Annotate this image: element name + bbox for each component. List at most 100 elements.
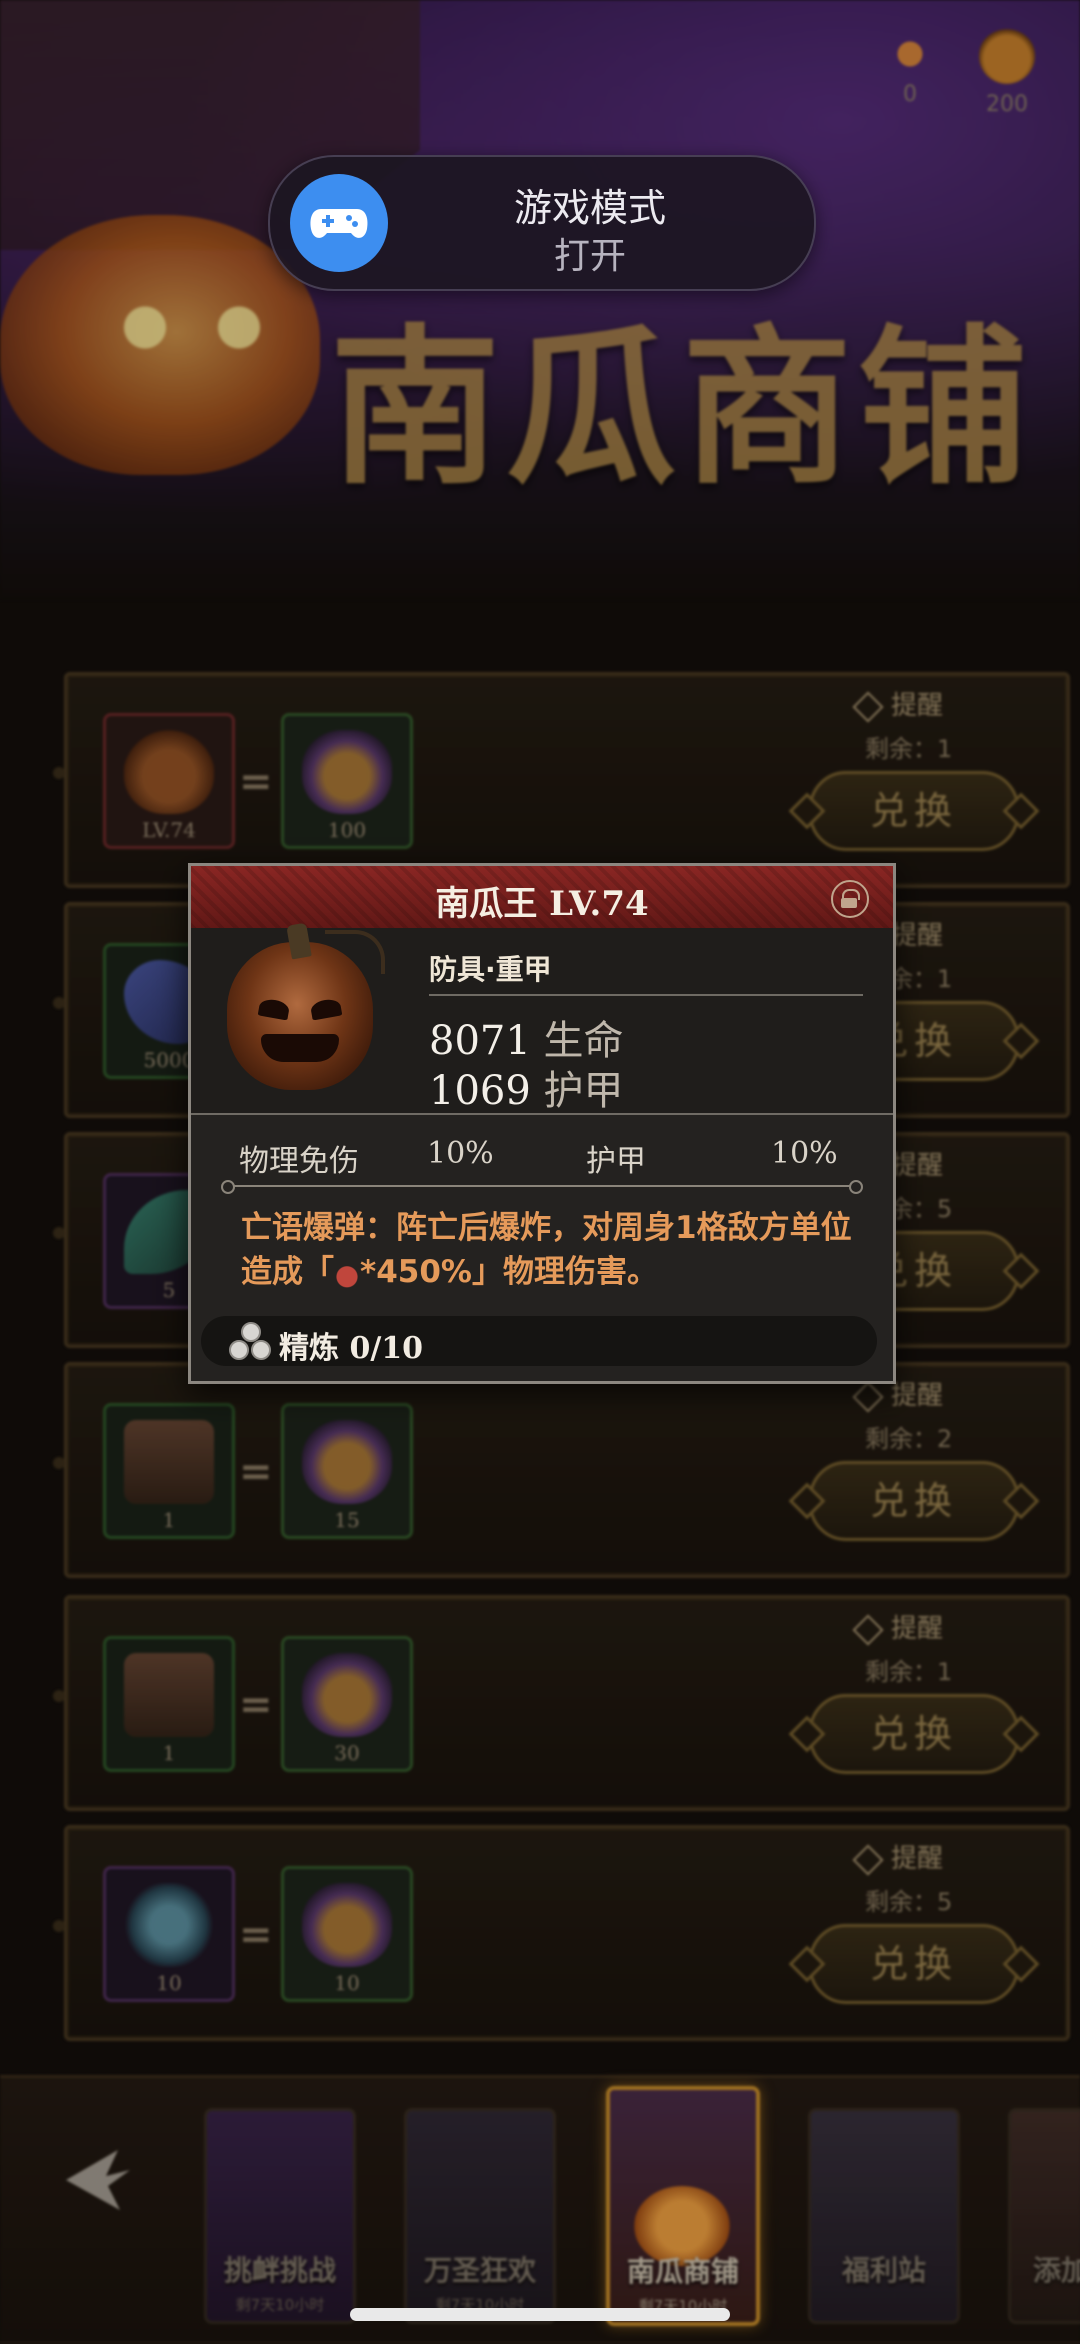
skill-description: 亡语爆弹：阵亡后爆炸，对周身1格敌方单位造成「 *450%」物理伤害。 bbox=[241, 1206, 861, 1294]
exchange-row: 1 = 15 提醒 剩余：2 兑换 bbox=[53, 1362, 1070, 1578]
back-arrow-icon bbox=[66, 2150, 130, 2210]
tab-label: 南瓜商铺 bbox=[626, 2255, 739, 2288]
reward-slot[interactable]: 1 bbox=[103, 1403, 235, 1539]
item-detail-popup: 南瓜王 LV.74 防具·重甲 8071 生命 1069 护甲 物理免伤 10%… bbox=[188, 863, 896, 1384]
remind-toggle[interactable]: 提醒 bbox=[852, 1608, 944, 1646]
item-title: 南瓜王 LV.74 bbox=[435, 884, 649, 924]
checkbox-icon bbox=[852, 1843, 884, 1876]
lock-icon[interactable] bbox=[831, 880, 869, 918]
cost-slot[interactable]: 30 bbox=[281, 1636, 413, 1772]
game-mode-status: 打开 bbox=[553, 235, 626, 276]
pumpkin-coin-icon bbox=[302, 1420, 392, 1504]
redeem-button[interactable]: 兑换 bbox=[809, 1924, 1019, 2004]
item-type: 防具·重甲 bbox=[429, 953, 552, 986]
cost-qty: 10 bbox=[334, 1971, 360, 1995]
tab-halloween-carnival[interactable]: 万圣狂欢 剩7天10小时 bbox=[404, 2108, 556, 2324]
tab-label: 挑衅挑战 bbox=[223, 2254, 336, 2287]
remind-label: 提醒 bbox=[891, 921, 944, 951]
remind-toggle[interactable]: 提醒 bbox=[852, 1838, 944, 1876]
remind-label: 提醒 bbox=[891, 1614, 944, 1644]
cost-slot[interactable]: 10 bbox=[281, 1866, 413, 2002]
exchange-row: 10 = 10 提醒 剩余：5 兑换 bbox=[53, 1825, 1070, 2041]
tab-welfare[interactable]: 福利站 bbox=[808, 2108, 960, 2324]
equals-icon: = bbox=[239, 1682, 273, 1728]
game-mode-toast[interactable]: 游戏模式 打开 bbox=[268, 155, 816, 291]
tab-label: 添加 bbox=[1032, 2254, 1080, 2287]
popup-header: 南瓜王 LV.74 bbox=[191, 866, 893, 928]
jack-o-lantern-face bbox=[95, 300, 295, 410]
remain-count: 剩余：5 bbox=[865, 1888, 953, 1916]
equals-icon: = bbox=[239, 1912, 273, 1958]
attr-label: 护甲 bbox=[586, 1144, 646, 1179]
redeem-button[interactable]: 兑换 bbox=[809, 1461, 1019, 1541]
remind-label: 提醒 bbox=[891, 1844, 944, 1874]
equals-icon: = bbox=[239, 1449, 273, 1495]
reward-slot[interactable]: LV.74 bbox=[103, 713, 235, 849]
attr-label: 物理免伤 bbox=[239, 1144, 359, 1179]
shop-banner: 南瓜商铺 0 200 bbox=[0, 0, 1080, 600]
reward-qty: 10 bbox=[156, 1971, 182, 1995]
pumpkin-coin-amount: 200 bbox=[986, 92, 1028, 117]
checkbox-icon bbox=[852, 1380, 884, 1413]
tab-pumpkin-shop[interactable]: 南瓜商铺 剩7天10小时 bbox=[606, 2086, 760, 2326]
tab-challenge[interactable]: 挑衅挑战 剩7天10小时 bbox=[204, 2108, 356, 2324]
pumpkin-coin-currency[interactable]: 200 bbox=[962, 28, 1052, 117]
pumpkin-coin-icon bbox=[302, 1883, 392, 1967]
refine-icon bbox=[229, 1322, 271, 1362]
claw-icon bbox=[336, 1259, 358, 1288]
pumpkin-coin-icon bbox=[302, 730, 392, 814]
equals-icon: = bbox=[239, 759, 273, 805]
cost-slot[interactable]: 100 bbox=[281, 713, 413, 849]
divider bbox=[191, 1113, 893, 1115]
tab-timer: 剩7天10小时 bbox=[235, 2296, 325, 2314]
remain-count: 剩余：1 bbox=[865, 1658, 953, 1686]
pumpkin-king-icon bbox=[227, 922, 385, 1090]
remain-count: 剩余：2 bbox=[865, 1425, 953, 1453]
checkbox-icon bbox=[852, 690, 884, 723]
tab-label: 万圣狂欢 bbox=[423, 2254, 536, 2287]
remain-count: 剩余：1 bbox=[865, 735, 953, 763]
ore-icon bbox=[124, 1883, 214, 1967]
refine-progress: 精炼 0/10 bbox=[279, 1331, 424, 1366]
ornament-divider bbox=[221, 1180, 863, 1194]
candy-icon bbox=[879, 24, 941, 84]
exchange-row: LV.74 = 100 提醒 剩余：1 兑换 bbox=[53, 672, 1070, 888]
pumpkin-coin-icon bbox=[302, 1653, 392, 1737]
cost-qty: 100 bbox=[327, 818, 367, 842]
reward-qty: 1 bbox=[162, 1741, 176, 1765]
item-summary: 防具·重甲 8071 生命 1069 护甲 bbox=[191, 922, 893, 1116]
remind-label: 提醒 bbox=[891, 1151, 944, 1181]
remind-label: 提醒 bbox=[891, 691, 944, 721]
reward-slot[interactable]: 10 bbox=[103, 1866, 235, 2002]
gamepad-icon bbox=[290, 174, 388, 272]
tab-more[interactable]: 添加 bbox=[1008, 2108, 1080, 2324]
reward-slot[interactable]: 1 bbox=[103, 1636, 235, 1772]
bottom-tab-bar: 挑衅挑战 剩7天10小时 万圣狂欢 剩7天10小时 南瓜商铺 剩7天10小时 福… bbox=[0, 2075, 1080, 2344]
attr-value: 10% bbox=[427, 1136, 494, 1171]
remind-label: 提醒 bbox=[891, 1381, 944, 1411]
pumpkin-coin-icon bbox=[979, 28, 1035, 84]
stat-value: 1069 bbox=[429, 1068, 531, 1114]
reward-qty: LV.74 bbox=[142, 818, 196, 842]
cost-slot[interactable]: 15 bbox=[281, 1403, 413, 1539]
attr-value: 10% bbox=[771, 1136, 838, 1171]
candy-currency[interactable]: 0 bbox=[865, 24, 955, 107]
divider bbox=[429, 994, 863, 996]
back-button[interactable] bbox=[58, 2140, 138, 2220]
cost-qty: 30 bbox=[334, 1741, 360, 1765]
game-mode-title: 游戏模式 bbox=[513, 188, 666, 230]
exchange-row: 1 = 30 提醒 剩余：1 兑换 bbox=[53, 1595, 1070, 1811]
checkbox-icon bbox=[852, 1613, 884, 1646]
home-indicator[interactable] bbox=[350, 2308, 730, 2321]
candy-amount: 0 bbox=[903, 82, 917, 107]
pumpkin-king-icon bbox=[124, 730, 214, 814]
reward-qty: 1 bbox=[162, 1508, 176, 1532]
redeem-button[interactable]: 兑换 bbox=[809, 771, 1019, 851]
tab-label: 福利站 bbox=[841, 2254, 926, 2287]
skill-text-end: *450%」物理伤害。 bbox=[360, 1254, 658, 1290]
remind-toggle[interactable]: 提醒 bbox=[852, 685, 944, 723]
stat-armor: 1069 护甲 bbox=[429, 1058, 624, 1116]
redeem-button[interactable]: 兑换 bbox=[809, 1694, 1019, 1774]
refine-bar: 精炼 0/10 bbox=[201, 1316, 877, 1366]
shop-title: 南瓜商铺 bbox=[330, 308, 1035, 508]
